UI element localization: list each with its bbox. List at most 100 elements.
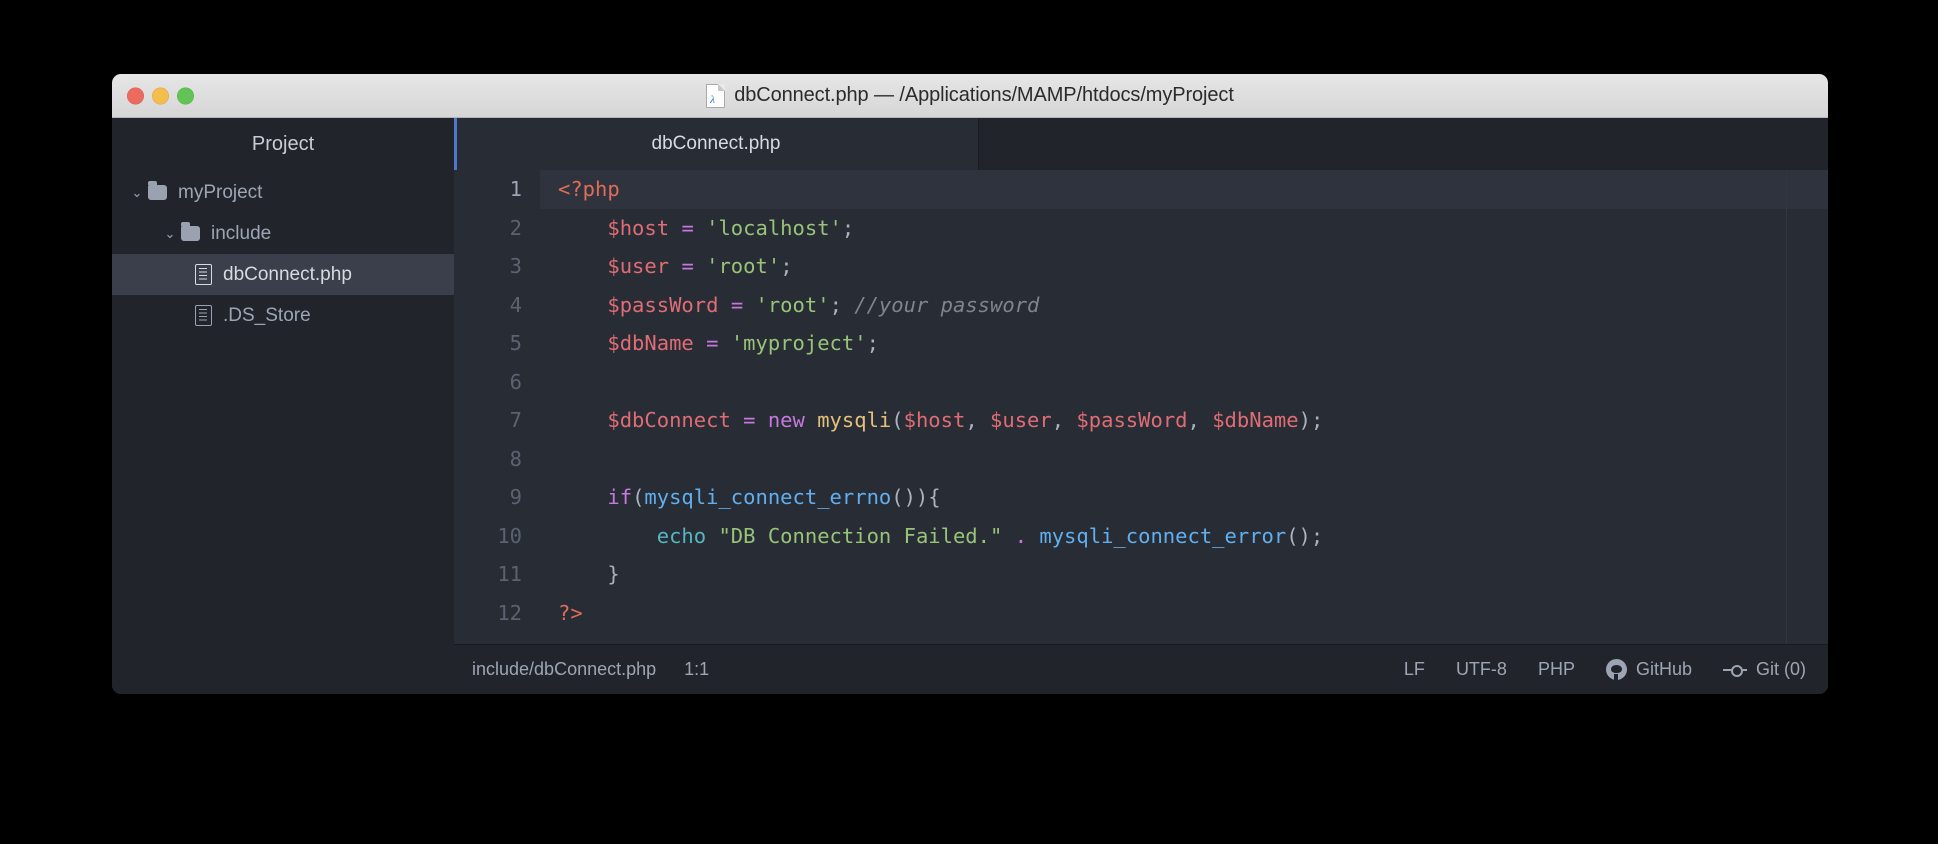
line-number: 9 bbox=[509, 485, 522, 509]
code-line: 10 echo "DB Connection Failed." . mysqli… bbox=[454, 517, 1828, 556]
code-token: = bbox=[681, 254, 694, 278]
traffic-lights bbox=[127, 87, 194, 104]
code-token: if bbox=[607, 485, 633, 509]
code-token: = bbox=[730, 292, 744, 317]
code-token: ; bbox=[829, 292, 855, 317]
editor-window: dbConnect.php — /Applications/MAMP/htdoc… bbox=[112, 74, 1828, 694]
status-github-label: GitHub bbox=[1635, 659, 1692, 679]
code-token: $dbConnect bbox=[607, 408, 731, 432]
line-number: 1 bbox=[509, 177, 522, 201]
code-token: ; bbox=[780, 254, 793, 278]
code-token: ()){ bbox=[891, 485, 941, 509]
code-line: 12 ?> bbox=[454, 594, 1828, 633]
tab-dbconnect-php[interactable]: dbConnect.php bbox=[454, 118, 979, 170]
code-line: 1 <?php bbox=[454, 170, 1828, 209]
code-token: ( bbox=[891, 408, 904, 432]
code-token: = bbox=[706, 331, 719, 355]
line-number: 8 bbox=[509, 446, 522, 471]
window-body: Project ⌄ myProject ⌄ include dbConnect.php.… bbox=[112, 118, 1828, 694]
folder-icon bbox=[148, 181, 167, 200]
code-line: 11 } bbox=[454, 555, 1828, 594]
chevron-down-icon[interactable]: ⌄ bbox=[159, 227, 181, 240]
maximize-window-button[interactable] bbox=[177, 87, 194, 104]
line-content[interactable]: } bbox=[540, 555, 1828, 594]
code-token: 'root' bbox=[755, 292, 830, 317]
line-content[interactable] bbox=[540, 440, 1828, 479]
project-sidebar: Project ⌄ myProject ⌄ include dbConnect.php.… bbox=[112, 118, 454, 694]
status-cursor-position[interactable]: 1:1 bbox=[684, 659, 709, 680]
line-content[interactable]: $dbName = 'myproject'; bbox=[540, 324, 1828, 363]
code-token: $user bbox=[990, 408, 1052, 432]
tree-item-label: myProject bbox=[178, 181, 263, 203]
line-content[interactable]: $dbConnect = new mysqli($host, $user, $p… bbox=[540, 401, 1828, 440]
tree-item-label: dbConnect.php bbox=[223, 263, 352, 285]
code-token: echo bbox=[656, 523, 707, 548]
minimize-window-button[interactable] bbox=[152, 87, 169, 104]
folder-icon bbox=[181, 222, 200, 241]
code-token: . bbox=[1014, 523, 1028, 548]
line-content[interactable]: echo "DB Connection Failed." . mysqli_co… bbox=[540, 517, 1828, 556]
code-token: = bbox=[681, 215, 694, 240]
chevron-down-icon[interactable]: ⌄ bbox=[126, 186, 148, 199]
sidebar-title: Project bbox=[251, 132, 315, 155]
tree-item-include[interactable]: ⌄ include bbox=[112, 213, 454, 254]
code-token: mysqli bbox=[817, 408, 892, 432]
code-token: <?php bbox=[558, 177, 620, 201]
close-window-button[interactable] bbox=[127, 87, 144, 104]
line-content[interactable]: if(mysqli_connect_errno()){ bbox=[540, 478, 1828, 517]
code-lines: 1 <?php 2 $host = 'localhost'; 3 $user = 'r… bbox=[454, 170, 1828, 632]
tree-item-label: .DS_Store bbox=[223, 304, 311, 326]
code-token: $user bbox=[607, 254, 670, 278]
tab-label: dbConnect.php bbox=[651, 133, 781, 154]
status-github-button[interactable]: GitHub bbox=[1605, 659, 1692, 680]
code-token: } bbox=[558, 562, 620, 586]
minimap-divider bbox=[1786, 170, 1787, 644]
line-content[interactable]: $passWord = 'root'; //your password bbox=[540, 286, 1828, 325]
tree-item-myproject[interactable]: ⌄ myProject bbox=[112, 172, 454, 213]
line-number: 10 bbox=[497, 523, 522, 548]
file-icon bbox=[195, 264, 212, 285]
line-number: 4 bbox=[509, 292, 522, 317]
window-title: dbConnect.php — /Applications/MAMP/htdoc… bbox=[734, 84, 1234, 106]
status-line-ending[interactable]: LF bbox=[1404, 659, 1425, 680]
code-token: ( bbox=[632, 485, 645, 509]
code-line: 4 $passWord = 'root'; //your password bbox=[454, 286, 1828, 325]
code-token: mysqli_connect_error bbox=[1039, 523, 1287, 548]
code-token: 'myproject' bbox=[730, 331, 867, 355]
status-encoding[interactable]: UTF-8 bbox=[1456, 659, 1507, 680]
line-content[interactable]: $user = 'root'; bbox=[540, 247, 1828, 286]
status-git-button[interactable]: Git (0) bbox=[1722, 659, 1806, 680]
code-token: 'localhost' bbox=[706, 215, 842, 240]
line-number: 6 bbox=[509, 369, 522, 394]
status-right-group: LF UTF-8 PHP GitHub Git (0) bbox=[1404, 659, 1806, 680]
code-line: 7 $dbConnect = new mysqli($host, $user, … bbox=[454, 401, 1828, 440]
line-content[interactable]: $host = 'localhost'; bbox=[540, 209, 1828, 248]
code-token: ; bbox=[866, 331, 879, 355]
tree-item-ds-store[interactable]: .DS_Store bbox=[112, 295, 454, 336]
code-editor[interactable]: 1 <?php 2 $host = 'localhost'; 3 $user = 'r… bbox=[454, 170, 1828, 644]
code-token: , bbox=[965, 408, 991, 432]
code-token: mysqli_connect_errno bbox=[644, 485, 892, 509]
code-token: //your password bbox=[854, 292, 1040, 317]
status-bar: include/dbConnect.php 1:1 LF UTF-8 PHP G… bbox=[454, 644, 1828, 694]
tree-item-dbconnect-php[interactable]: dbConnect.php bbox=[112, 254, 454, 295]
line-content[interactable] bbox=[540, 363, 1828, 402]
status-grammar[interactable]: PHP bbox=[1538, 659, 1575, 680]
code-token: (); bbox=[1286, 523, 1324, 548]
line-content[interactable]: ?> bbox=[540, 594, 1828, 633]
line-content[interactable]: <?php bbox=[540, 170, 1828, 209]
status-file-path[interactable]: include/dbConnect.php bbox=[472, 659, 656, 680]
code-line: 8 bbox=[454, 440, 1828, 479]
line-number: 11 bbox=[497, 562, 522, 586]
file-icon bbox=[195, 305, 212, 326]
code-token: "DB Connection Failed." bbox=[718, 523, 1003, 548]
